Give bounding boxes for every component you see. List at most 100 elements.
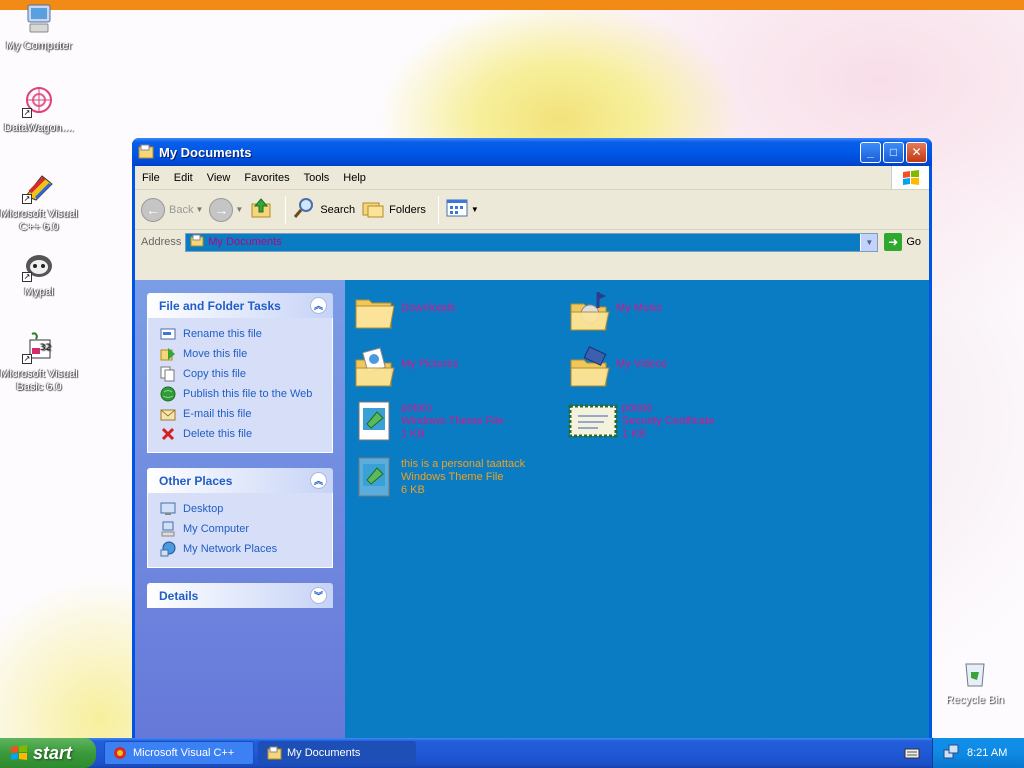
file-personal-theme[interactable]: this is a personal taattack Windows Them…: [353, 454, 525, 498]
visual-cpp-icon: [113, 746, 128, 761]
desktop-icon-label: Microsoft Visual Basic 6.0: [0, 368, 78, 393]
place-network[interactable]: My Network Places: [160, 539, 320, 559]
taskbar-button-label: Microsoft Visual C++: [133, 747, 235, 759]
panel-header[interactable]: Other Places ︽: [147, 468, 333, 493]
file-potato-certificate[interactable]: potato Security Certificate 1 KB: [568, 398, 714, 442]
close-button[interactable]: ✕: [906, 141, 927, 163]
desktop-icon-label: DataWagon....: [4, 122, 74, 134]
folders-label: Folders: [389, 203, 426, 216]
forward-button[interactable]: → ▼: [209, 197, 243, 222]
back-button[interactable]: ← Back ▼: [141, 197, 203, 222]
task-label: Copy this file: [183, 368, 246, 380]
menu-tools[interactable]: Tools: [297, 172, 337, 184]
explorer-window: My Documents _ □ ✕ File Edit View Favori…: [132, 138, 932, 763]
desktop-icon-label: Mypal: [24, 286, 54, 298]
task-publish[interactable]: Publish this file to the Web: [160, 384, 320, 404]
theme-file-icon: [353, 398, 397, 442]
folder-my-pictures[interactable]: My Pictures: [353, 346, 458, 390]
desktop-icon-recycle-bin[interactable]: Recycle Bin: [940, 656, 1010, 706]
task-pane: File and Folder Tasks ︽ Rename this file…: [135, 280, 345, 763]
folder-my-videos[interactable]: My Videos: [568, 346, 667, 390]
place-desktop[interactable]: Desktop: [160, 499, 320, 519]
music-folder-icon: [568, 290, 612, 334]
address-folder-icon: [190, 234, 204, 251]
minimize-button[interactable]: _: [860, 141, 881, 163]
window-title: My Documents: [159, 144, 252, 160]
globe-icon: [160, 386, 176, 402]
toolbar-separator: [437, 195, 439, 224]
recycle-bin-label: Recycle Bin: [945, 694, 1005, 706]
task-move[interactable]: Move this file: [160, 344, 320, 364]
desktop-icon-mypal[interactable]: ↗ Mypal: [0, 248, 78, 299]
toolbar: ← Back ▼ → ▼ Search Folders ▼: [135, 190, 929, 230]
desktop-icon-my-computer[interactable]: My Computer: [0, 2, 78, 53]
task-label: Publish this file to the Web: [183, 388, 313, 400]
panel-body: Desktop My Computer My Network Places: [147, 493, 333, 568]
menu-view[interactable]: View: [200, 172, 238, 184]
up-folder-button[interactable]: [249, 196, 273, 223]
back-dropdown-icon[interactable]: ▼: [195, 205, 203, 214]
title-bar[interactable]: My Documents _ □ ✕: [132, 138, 932, 166]
toolbar-separator: [285, 195, 287, 224]
certificate-icon: [568, 398, 618, 442]
address-input[interactable]: My Documents ▼: [185, 232, 879, 252]
file-size: 1 KB: [401, 428, 425, 440]
search-button[interactable]: Search: [292, 196, 355, 223]
forward-dropdown-icon[interactable]: ▼: [235, 205, 243, 214]
menu-help[interactable]: Help: [336, 172, 373, 184]
pictures-folder-icon: [353, 346, 397, 390]
taskbar-button-visual-cpp[interactable]: Microsoft Visual C++: [104, 741, 254, 765]
desktop-icon-visual-basic[interactable]: 32 ↗ Microsoft Visual Basic 6.0: [0, 330, 78, 394]
videos-folder-icon: [568, 346, 612, 390]
menu-bar: File Edit View Favorites Tools Help: [135, 166, 929, 190]
place-label: My Computer: [183, 523, 250, 535]
desktop-icon-visual-cpp[interactable]: ↗ Microsoft Visual C++ 6.0: [0, 170, 78, 234]
file-size: 6 KB: [401, 484, 425, 496]
views-dropdown-icon: ▼: [470, 205, 479, 214]
copy-icon: [160, 366, 176, 382]
address-dropdown-icon[interactable]: ▼: [860, 233, 878, 251]
folder-my-music[interactable]: My Music: [568, 290, 662, 334]
search-icon: [292, 196, 316, 223]
desktop-icon-datawagon[interactable]: ↗ DataWagon....: [0, 84, 78, 135]
go-label: Go: [906, 236, 921, 248]
taskbar-button-my-documents[interactable]: My Documents: [258, 741, 416, 765]
delete-x-icon: [160, 426, 176, 442]
expand-chevron-icon[interactable]: ︾: [310, 587, 327, 604]
menu-file[interactable]: File: [135, 172, 167, 184]
collapse-chevron-icon[interactable]: ︽: [310, 472, 327, 489]
file-folder-tasks-panel: File and Folder Tasks ︽ Rename this file…: [147, 293, 333, 453]
keyboard-icon[interactable]: [904, 746, 920, 760]
place-my-computer[interactable]: My Computer: [160, 519, 320, 539]
task-copy[interactable]: Copy this file: [160, 364, 320, 384]
system-tray: 8:21 AM: [932, 738, 1024, 768]
views-button[interactable]: ▼: [445, 197, 479, 222]
menu-edit[interactable]: Edit: [167, 172, 200, 184]
up-folder-icon: [249, 196, 273, 223]
task-label: E-mail this file: [183, 408, 252, 420]
task-email[interactable]: E-mail this file: [160, 404, 320, 424]
folder-window-icon: [138, 144, 154, 160]
file-potato-theme[interactable]: potato Windows Theme File 1 KB: [353, 398, 504, 442]
clock[interactable]: 8:21 AM: [967, 747, 1007, 759]
maximize-icon: □: [889, 145, 898, 159]
file-type: Windows Theme File: [401, 415, 504, 427]
task-rename[interactable]: Rename this file: [160, 324, 320, 344]
go-button[interactable]: ➜ Go: [884, 233, 921, 251]
other-places-panel: Other Places ︽ Desktop My Computer My Ne…: [147, 468, 333, 568]
datawagon-icon: ↗: [22, 84, 56, 118]
back-label: Back: [169, 203, 194, 216]
menu-favorites[interactable]: Favorites: [237, 172, 296, 184]
start-button[interactable]: start: [0, 738, 96, 768]
folders-button[interactable]: Folders: [361, 196, 426, 223]
panel-header[interactable]: Details ︾: [147, 583, 333, 608]
back-arrow-icon: ←: [141, 197, 165, 222]
network-tray-icon[interactable]: [943, 744, 959, 763]
file-size: 1 KB: [622, 428, 646, 440]
collapse-chevron-icon[interactable]: ︽: [310, 297, 327, 314]
panel-header[interactable]: File and Folder Tasks ︽: [147, 293, 333, 318]
task-delete[interactable]: Delete this file: [160, 424, 320, 444]
folder-downloads[interactable]: Downloads: [353, 290, 455, 334]
folders-icon: [361, 196, 385, 223]
maximize-button[interactable]: □: [883, 141, 904, 163]
